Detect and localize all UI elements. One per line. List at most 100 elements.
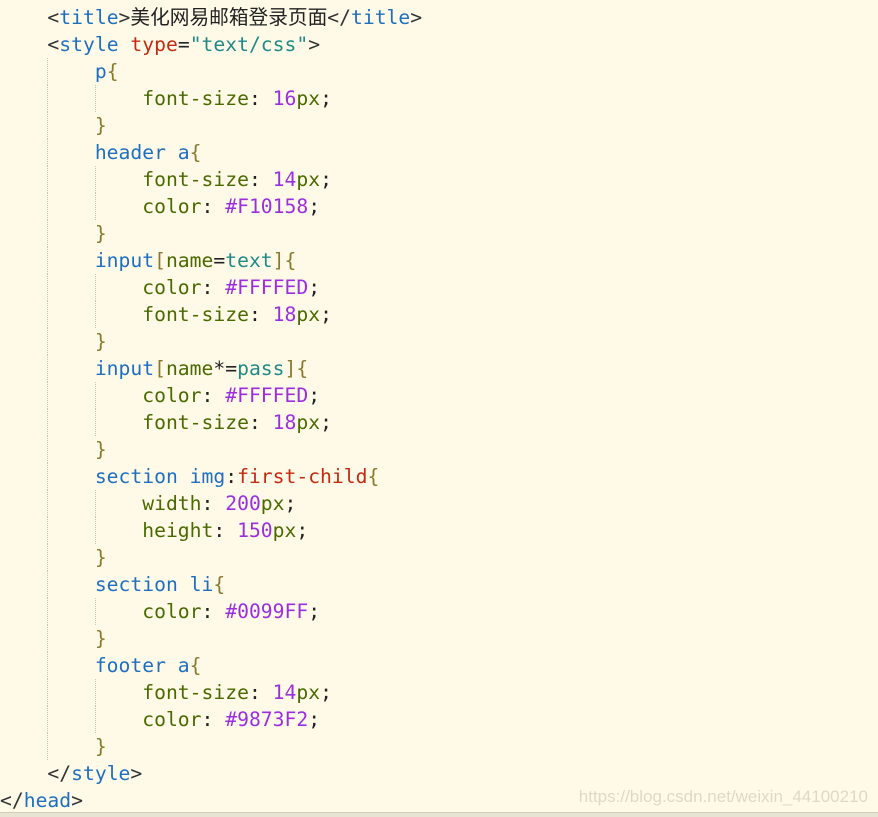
code-line[interactable]: color: #0099FF; — [0, 598, 878, 625]
token-str: pass — [237, 357, 285, 380]
indent-guide — [47, 274, 49, 301]
token-prop: name — [165, 357, 214, 380]
token-prop: px — [296, 168, 321, 191]
code-line[interactable]: font-size: 18px; — [0, 301, 878, 328]
indent-guide — [47, 220, 49, 247]
token-sel: input — [94, 357, 155, 380]
code-line[interactable]: color: #FFFFED; — [0, 382, 878, 409]
token-tag: title — [351, 6, 411, 29]
token-br: </ — [0, 789, 24, 812]
token-brace: [ — [154, 249, 166, 272]
code-line[interactable]: height: 150px; — [0, 517, 878, 544]
indent-guide — [47, 85, 49, 112]
token-br: < — [47, 6, 60, 29]
token-pun: = — [213, 249, 226, 272]
indent-guide — [47, 490, 49, 517]
watermark: https://blog.csdn.net/weixin_44100210 — [578, 787, 868, 806]
code-line[interactable]: font-size: 14px; — [0, 166, 878, 193]
token-pun: : — [201, 492, 226, 515]
token-pun: ; — [308, 600, 321, 623]
token-sel: footer a — [94, 654, 190, 677]
code-line[interactable]: <style type="text/css"> — [0, 31, 878, 58]
token-pun: : — [201, 708, 226, 731]
token-br: > — [410, 6, 423, 29]
token-prop: font-size — [142, 168, 249, 191]
code-line[interactable]: section li{ — [0, 571, 878, 598]
token-prop: name — [165, 249, 214, 272]
indent-guide — [94, 85, 96, 112]
indent-guide — [94, 679, 96, 706]
code-line[interactable]: p{ — [0, 58, 878, 85]
token-num: 200 — [225, 492, 261, 515]
indent-guide — [47, 328, 49, 355]
token-prop: width — [142, 492, 202, 515]
indent-guide — [47, 598, 49, 625]
token-pun: ; — [320, 168, 332, 191]
token-brace: } — [94, 438, 107, 461]
token-prop: color — [142, 195, 202, 218]
token-num: 14 — [272, 168, 297, 191]
token-pun: : — [213, 519, 238, 542]
code-line[interactable]: color: #F10158; — [0, 193, 878, 220]
indent-guide — [47, 544, 49, 571]
token-tag: head — [23, 789, 72, 812]
code-line[interactable]: } — [0, 328, 878, 355]
token-num: #FFFFED — [225, 384, 309, 407]
code-line[interactable]: font-size: 16px; — [0, 85, 878, 112]
code-editor[interactable]: <title>美化网易邮箱登录页面</title> <style type="t… — [0, 4, 878, 814]
status-bar — [0, 812, 878, 817]
code-line[interactable]: </style> — [0, 760, 878, 787]
code-line[interactable]: section img:first-child{ — [0, 463, 878, 490]
token-brace: } — [94, 330, 107, 353]
token-brace: } — [94, 222, 107, 245]
code-line[interactable]: width: 200px; — [0, 490, 878, 517]
token-pun: ; — [320, 681, 332, 704]
code-line[interactable]: font-size: 18px; — [0, 409, 878, 436]
token-prop: font-size — [142, 87, 249, 110]
code-line[interactable]: font-size: 14px; — [0, 679, 878, 706]
token-str: "text/css" — [189, 33, 309, 56]
code-line[interactable]: } — [0, 544, 878, 571]
indent-guide — [94, 301, 96, 328]
token-pun: ; — [308, 195, 321, 218]
code-line[interactable]: } — [0, 733, 878, 760]
code-line[interactable]: } — [0, 112, 878, 139]
code-line[interactable]: header a{ — [0, 139, 878, 166]
token-num: 18 — [272, 411, 297, 434]
code-line[interactable]: } — [0, 625, 878, 652]
indent-guide — [94, 706, 96, 733]
code-line[interactable]: color: #9873F2; — [0, 706, 878, 733]
token-num: #F10158 — [225, 195, 309, 218]
indent-guide — [47, 463, 49, 490]
code-line[interactable]: footer a{ — [0, 652, 878, 679]
indent-guide — [47, 193, 49, 220]
code-line[interactable]: } — [0, 436, 878, 463]
token-brace: { — [189, 141, 202, 164]
token-prop: color — [142, 384, 202, 407]
token-pun: : — [248, 168, 273, 191]
token-pc: first-child — [237, 465, 368, 488]
code-line[interactable]: input[name=text]{ — [0, 247, 878, 274]
token-pun: ; — [296, 519, 309, 542]
code-line[interactable]: input[name*=pass]{ — [0, 355, 878, 382]
indent-guide — [47, 382, 49, 409]
token-brace: } — [94, 546, 107, 569]
code-line[interactable]: } — [0, 220, 878, 247]
token-num: 16 — [272, 87, 297, 110]
token-brace: ] — [284, 357, 297, 380]
token-prop: font-size — [142, 681, 249, 704]
token-pun: : — [201, 600, 226, 623]
code-line[interactable]: <title>美化网易邮箱登录页面</title> — [0, 4, 878, 31]
code-line[interactable]: color: #FFFFED; — [0, 274, 878, 301]
token-num: #FFFFED — [225, 276, 309, 299]
token-tag: title — [59, 6, 119, 29]
